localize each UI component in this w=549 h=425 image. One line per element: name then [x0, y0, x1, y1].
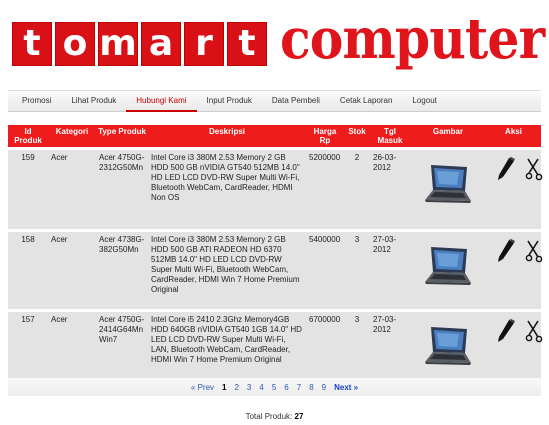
table-header-row: Id Produk Kategori Type Produk Deskripsi…	[8, 125, 541, 149]
table-row: 158 Acer Acer 4738G-382G50Mn Intel Core …	[8, 229, 543, 311]
total-label: Total Produk:	[245, 412, 293, 421]
page-link[interactable]: 5	[272, 383, 276, 392]
cell-deskripsi: Intel Core i3 380M 2.53 Memory 2 GB HDD …	[148, 229, 306, 311]
product-table: Id Produk Kategori Type Produk Deskripsi…	[8, 125, 543, 391]
nav-hubungi-kami[interactable]: Hubungi Kami	[126, 90, 197, 112]
logo-letter: t	[227, 22, 267, 66]
logo-letter: o	[55, 22, 95, 66]
page-link[interactable]: 3	[247, 383, 251, 392]
cell-harga: 5400000	[306, 229, 344, 311]
cell-id: 158	[8, 229, 48, 311]
cell-aksi	[486, 147, 543, 231]
col-header-type: Type Produk	[96, 125, 148, 149]
page-link[interactable]: 8	[309, 383, 313, 392]
nav-promosi[interactable]: Promosi	[12, 90, 61, 112]
col-header-harga: Harga Rp	[306, 125, 344, 149]
page-link[interactable]: 2	[234, 383, 238, 392]
page-link[interactable]: 9	[322, 383, 326, 392]
cell-gambar	[410, 147, 486, 231]
pagination: « Prev 1 2 3 4 5 6 7 8 9 Next »	[8, 378, 541, 396]
col-header-stok: Stok	[344, 125, 370, 149]
pencil-icon[interactable]	[495, 239, 517, 263]
nav-lihat-produk[interactable]: Lihat Produk	[61, 90, 126, 112]
cell-stok: 3	[344, 229, 370, 311]
col-header-aksi: Aksi	[486, 125, 541, 149]
logo-word: computer	[280, 6, 545, 72]
nav-data-pembeli[interactable]: Data Pembeli	[262, 90, 330, 112]
logo-letter: r	[184, 22, 224, 66]
cell-tgl: 27-03-2012	[370, 229, 410, 311]
col-header-id: Id Produk	[8, 125, 48, 149]
cell-harga: 5200000	[306, 147, 344, 231]
scissors-icon[interactable]	[525, 319, 543, 343]
page-link[interactable]: 4	[259, 383, 263, 392]
table-row: 159 Acer Acer 4750G-2312G50Mn Intel Core…	[8, 147, 543, 231]
cell-id: 159	[8, 147, 48, 231]
cell-gambar	[410, 229, 486, 311]
laptop-image[interactable]	[423, 163, 473, 207]
cell-type: Acer 4738G-382G50Mn	[96, 229, 148, 311]
prev-link[interactable]: « Prev	[191, 383, 214, 392]
scissors-icon[interactable]	[525, 239, 543, 263]
page-link[interactable]: 7	[297, 383, 301, 392]
cell-tgl: 26-03-2012	[370, 147, 410, 231]
cell-type: Acer 4750G-2312G50Mn	[96, 147, 148, 231]
col-header-gambar: Gambar	[410, 125, 486, 149]
nav-cetak-laporan[interactable]: Cetak Laporan	[330, 90, 402, 112]
main-nav: Promosi Lihat Produk Hubungi Kami Input …	[8, 90, 541, 112]
cell-deskripsi: Intel Core i3 380M 2.53 Memory 2 GB HDD …	[148, 147, 306, 231]
page-link-current: 1	[222, 382, 227, 392]
page-link[interactable]: 6	[284, 383, 288, 392]
nav-input-produk[interactable]: Input Produk	[197, 90, 262, 112]
site-logo: t o m a r t computer	[12, 6, 549, 72]
logo-letter: m	[98, 22, 138, 66]
cell-kategori: Acer	[48, 229, 96, 311]
pencil-icon[interactable]	[495, 319, 517, 343]
logo-letter: t	[12, 22, 52, 66]
cell-stok: 2	[344, 147, 370, 231]
nav-logout[interactable]: Logout	[402, 90, 446, 112]
total-value: 27	[294, 412, 304, 421]
logo-letter: a	[141, 22, 181, 66]
cell-kategori: Acer	[48, 147, 96, 231]
cell-aksi	[486, 229, 543, 311]
total-products: Total Produk: 27	[0, 412, 549, 421]
pencil-icon[interactable]	[495, 157, 517, 181]
col-header-kategori: Kategori	[48, 125, 96, 149]
col-header-deskripsi: Deskripsi	[148, 125, 306, 149]
next-link[interactable]: Next »	[334, 383, 358, 392]
scissors-icon[interactable]	[525, 157, 543, 181]
col-header-tgl: Tgl Masuk	[370, 125, 410, 149]
laptop-image[interactable]	[423, 325, 473, 369]
laptop-image[interactable]	[423, 245, 473, 289]
